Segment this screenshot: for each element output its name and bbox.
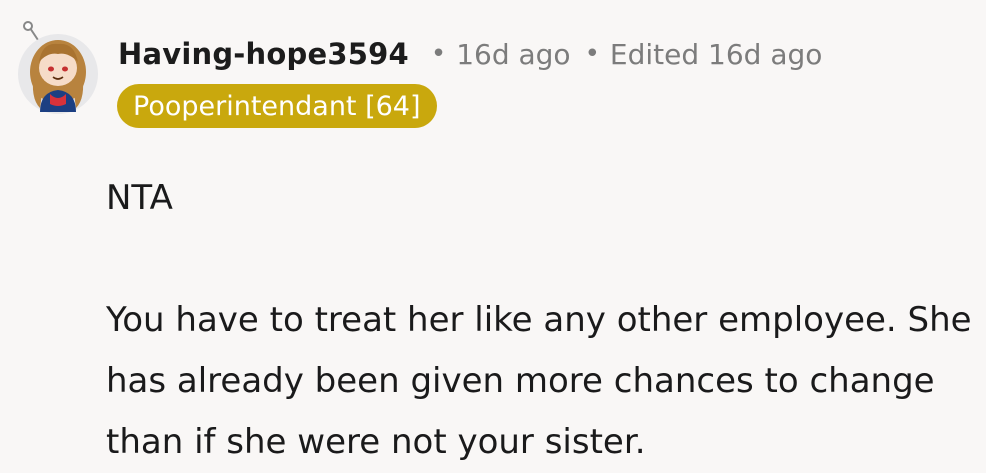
user-avatar-icon[interactable] <box>12 20 104 116</box>
comment-paragraph: NTA <box>106 178 173 218</box>
comment-header: Having-hope3594 • 16d ago • Edited 16d a… <box>118 34 822 74</box>
separator-dot: • <box>584 39 600 69</box>
author-username[interactable]: Having-hope3594 <box>118 37 409 71</box>
comment: Having-hope3594 • 16d ago • Edited 16d a… <box>0 0 986 462</box>
user-flair-badge: Pooperintendant [64] <box>117 84 437 128</box>
comment-body: NTA You have to treat her like any other… <box>106 168 976 473</box>
separator-dot: • <box>430 39 447 69</box>
comment-paragraph: You have to treat her like any other emp… <box>106 300 972 462</box>
comment-timestamp[interactable]: 16d ago <box>456 38 570 71</box>
edited-timestamp: Edited 16d ago <box>609 37 823 71</box>
